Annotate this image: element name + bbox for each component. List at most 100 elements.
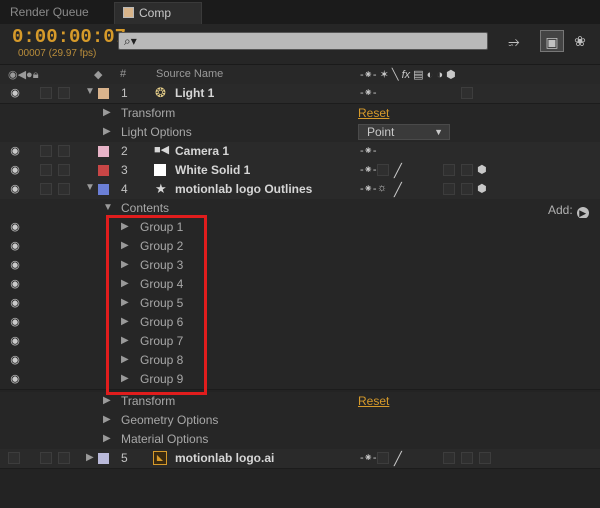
list-item[interactable]: ◉ ▶ Group 1 [0, 218, 600, 238]
property-row[interactable]: ▶ Transform Reset [0, 392, 600, 412]
reset-link[interactable]: Reset [358, 106, 389, 120]
chevron-down-icon[interactable]: ▼ [85, 182, 95, 193]
source-name-column-header[interactable]: Source Name [156, 68, 223, 80]
tab-comp-1[interactable]: Comp 1× [114, 2, 202, 40]
chevron-right-icon[interactable]: ▶ [103, 126, 111, 137]
3d-cube-icon[interactable]: ⬢ [477, 163, 487, 176]
label-color[interactable] [98, 165, 109, 176]
3d-cube-icon[interactable]: ⬢ [477, 182, 487, 195]
list-item[interactable]: ◉ ▶ Group 2 [0, 237, 600, 257]
property-row[interactable]: ▶ Light Options Point ▼ [0, 123, 600, 143]
chevron-down-icon[interactable]: ▼ [85, 86, 95, 97]
solo-box[interactable] [40, 452, 52, 464]
adjustment-box[interactable] [461, 164, 473, 176]
flowchart-icon[interactable]: ⭌ [502, 30, 526, 52]
transform-label: Transform [121, 394, 176, 408]
quality-icon[interactable]: ╱ [394, 451, 402, 467]
shy-switch-icon[interactable]: -⁕- [360, 86, 377, 99]
chevron-right-icon[interactable]: ▶ [103, 433, 111, 444]
collapse-box[interactable] [377, 452, 389, 464]
visibility-box[interactable] [8, 452, 20, 464]
list-item[interactable]: ◉ ▶ Group 8 [0, 351, 600, 371]
layer-name[interactable]: Light 1 [175, 86, 214, 100]
layer-row[interactable]: ◉ ▼ 4 ★ motionlab logo Outlines -⁕- ☼ ╱ … [0, 180, 600, 200]
layer-row[interactable]: ◉ 2 ■◀ Camera 1 -⁕- [0, 142, 600, 162]
layer-row[interactable]: ◉ 3 White Solid 1 -⁕- ╱ ⬢ [0, 161, 600, 181]
chevron-right-icon[interactable]: ▶ [103, 414, 111, 425]
chevron-right-icon[interactable]: ▶ [86, 452, 94, 463]
3d-layer-box[interactable] [461, 87, 473, 99]
eye-icon[interactable]: ◉ [6, 296, 24, 310]
label-color[interactable] [98, 88, 109, 99]
shy-switch-icon[interactable]: -⁕- [360, 163, 377, 176]
property-row[interactable]: ▼ Contents [0, 199, 600, 219]
shy-switch-icon[interactable]: -⁕- [360, 451, 377, 464]
list-item[interactable]: ◉ ▶ Group 9 [0, 370, 600, 390]
light-type-value: Point [367, 125, 395, 139]
label-color[interactable] [98, 453, 109, 464]
layer-row[interactable]: ▶ 5 ◣ motionlab logo.ai -⁕- ╱ [0, 449, 600, 469]
eye-icon[interactable]: ◉ [6, 86, 24, 100]
shy-switch-icon[interactable]: -⁕- [360, 182, 377, 195]
property-row[interactable]: ▶ Geometry Options [0, 411, 600, 431]
layer-row[interactable]: ◉ ▼ 1 ❂ Light 1 -⁕- [0, 84, 600, 104]
adjustment-box[interactable] [461, 452, 473, 464]
chevron-right-icon[interactable]: ▶ [103, 107, 111, 118]
chevron-right-icon[interactable]: ▶ [103, 395, 111, 406]
eye-icon[interactable]: ◉ [6, 163, 24, 177]
label-color[interactable] [98, 146, 109, 157]
solo-box[interactable] [40, 183, 52, 195]
shy-switch-icon[interactable]: -⁕- [360, 144, 377, 157]
eye-icon[interactable]: ◉ [6, 144, 24, 158]
lock-box[interactable] [58, 164, 70, 176]
eye-icon[interactable]: ◉ [6, 258, 24, 272]
list-item[interactable]: ◉ ▶ Group 4 [0, 275, 600, 295]
lock-box[interactable] [58, 452, 70, 464]
chevron-down-icon[interactable]: ▼ [103, 202, 113, 213]
layer-name[interactable]: Camera 1 [175, 144, 229, 158]
list-item[interactable]: ◉ ▶ Group 3 [0, 256, 600, 276]
eye-icon[interactable]: ◉ [6, 277, 24, 291]
eye-icon[interactable]: ◉ [6, 353, 24, 367]
quality-icon[interactable]: ╱ [394, 182, 402, 198]
lock-box[interactable] [58, 87, 70, 99]
list-item[interactable]: ◉ ▶ Group 7 [0, 332, 600, 352]
current-time-display[interactable]: 0:00:00:07 [12, 26, 126, 48]
collapse-box[interactable] [377, 164, 389, 176]
eye-icon[interactable]: ◉ [6, 239, 24, 253]
layer-name[interactable]: White Solid 1 [175, 163, 250, 177]
lock-box[interactable] [58, 145, 70, 157]
motion-blur-box[interactable] [443, 183, 455, 195]
3d-layer-box[interactable] [479, 452, 491, 464]
solo-box[interactable] [40, 87, 52, 99]
eye-icon[interactable]: ◉ [6, 182, 24, 196]
adjustment-box[interactable] [461, 183, 473, 195]
eye-icon[interactable]: ◉ [6, 315, 24, 329]
eye-icon[interactable]: ◉ [6, 334, 24, 348]
motion-blur-box[interactable] [443, 164, 455, 176]
add-button[interactable]: Add: ▶ [548, 203, 589, 219]
eye-icon[interactable]: ◉ [6, 372, 24, 386]
number-column-header: # [120, 68, 127, 80]
quality-icon[interactable]: ╱ [394, 163, 402, 179]
3d-renderer-icon[interactable]: ❀ [568, 30, 592, 52]
layer-name[interactable]: motionlab logo Outlines [175, 182, 312, 196]
continuous-rasterize-icon[interactable]: ☼ [377, 182, 387, 194]
solo-box[interactable] [40, 145, 52, 157]
motion-blur-box[interactable] [443, 452, 455, 464]
search-input[interactable]: ⌕▾ [118, 32, 488, 50]
list-item[interactable]: ◉ ▶ Group 5 [0, 294, 600, 314]
solo-box[interactable] [40, 164, 52, 176]
label-color[interactable] [98, 184, 109, 195]
reset-link[interactable]: Reset [358, 394, 389, 408]
eye-icon[interactable]: ◉ [6, 220, 24, 234]
property-row[interactable]: ▶ Material Options [0, 430, 600, 450]
draft-3d-icon[interactable]: ▣ [540, 30, 564, 52]
tab-render-queue[interactable]: Render Queue [2, 2, 110, 24]
layer-number: 2 [121, 144, 128, 158]
lock-box[interactable] [58, 183, 70, 195]
property-row[interactable]: ▶ Transform Reset [0, 104, 600, 124]
layer-name[interactable]: motionlab logo.ai [175, 451, 274, 465]
list-item[interactable]: ◉ ▶ Group 6 [0, 313, 600, 333]
light-type-select[interactable]: Point ▼ [358, 124, 450, 140]
